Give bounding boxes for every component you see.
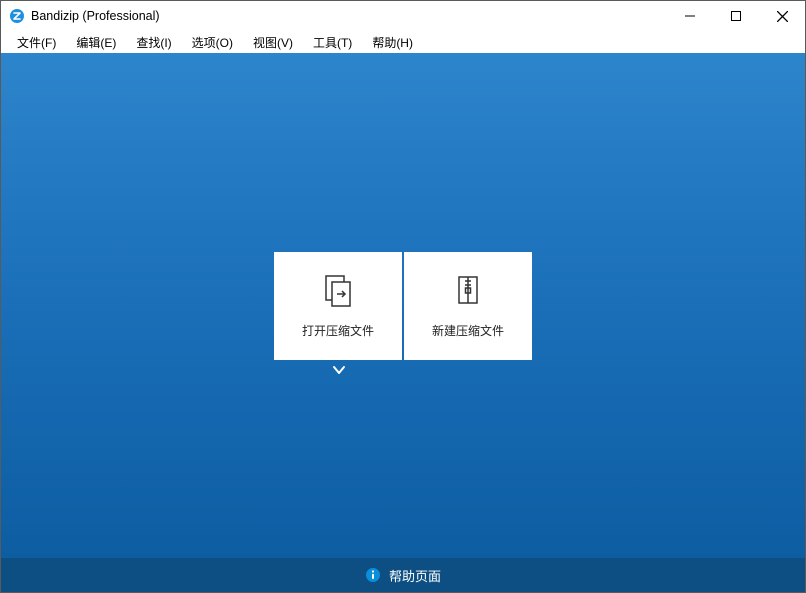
open-archive-card[interactable]: 打开压缩文件 [274, 252, 402, 360]
maximize-button[interactable] [713, 1, 759, 31]
titlebar: Bandizip (Professional) [1, 1, 805, 31]
footer-help-link[interactable]: 帮助页面 [1, 558, 805, 592]
open-archive-icon [320, 272, 356, 308]
menubar: 文件(F) 编辑(E) 查找(I) 选项(O) 视图(V) 工具(T) 帮助(H… [1, 31, 805, 53]
menu-help[interactable]: 帮助(H) [362, 32, 423, 53]
menu-tools[interactable]: 工具(T) [303, 32, 362, 53]
window-title: Bandizip (Professional) [31, 9, 160, 23]
recent-dropdown-button[interactable] [332, 363, 346, 380]
window-controls [667, 1, 805, 31]
app-icon [9, 8, 25, 24]
info-icon [365, 567, 381, 583]
menu-options[interactable]: 选项(O) [182, 32, 243, 53]
new-archive-label: 新建压缩文件 [432, 322, 504, 339]
menu-view[interactable]: 视图(V) [243, 32, 303, 53]
action-card-row: 打开压缩文件 新建压缩文件 [274, 252, 532, 360]
new-archive-icon [450, 272, 486, 308]
open-archive-label: 打开压缩文件 [302, 322, 374, 339]
menu-find[interactable]: 查找(I) [126, 32, 181, 53]
close-button[interactable] [759, 1, 805, 31]
menu-edit[interactable]: 编辑(E) [66, 32, 126, 53]
footer-help-label: 帮助页面 [389, 566, 441, 585]
menu-file[interactable]: 文件(F) [7, 32, 66, 53]
main-area: 打开压缩文件 新建压缩文件 [1, 53, 805, 558]
new-archive-card[interactable]: 新建压缩文件 [404, 252, 532, 360]
minimize-button[interactable] [667, 1, 713, 31]
